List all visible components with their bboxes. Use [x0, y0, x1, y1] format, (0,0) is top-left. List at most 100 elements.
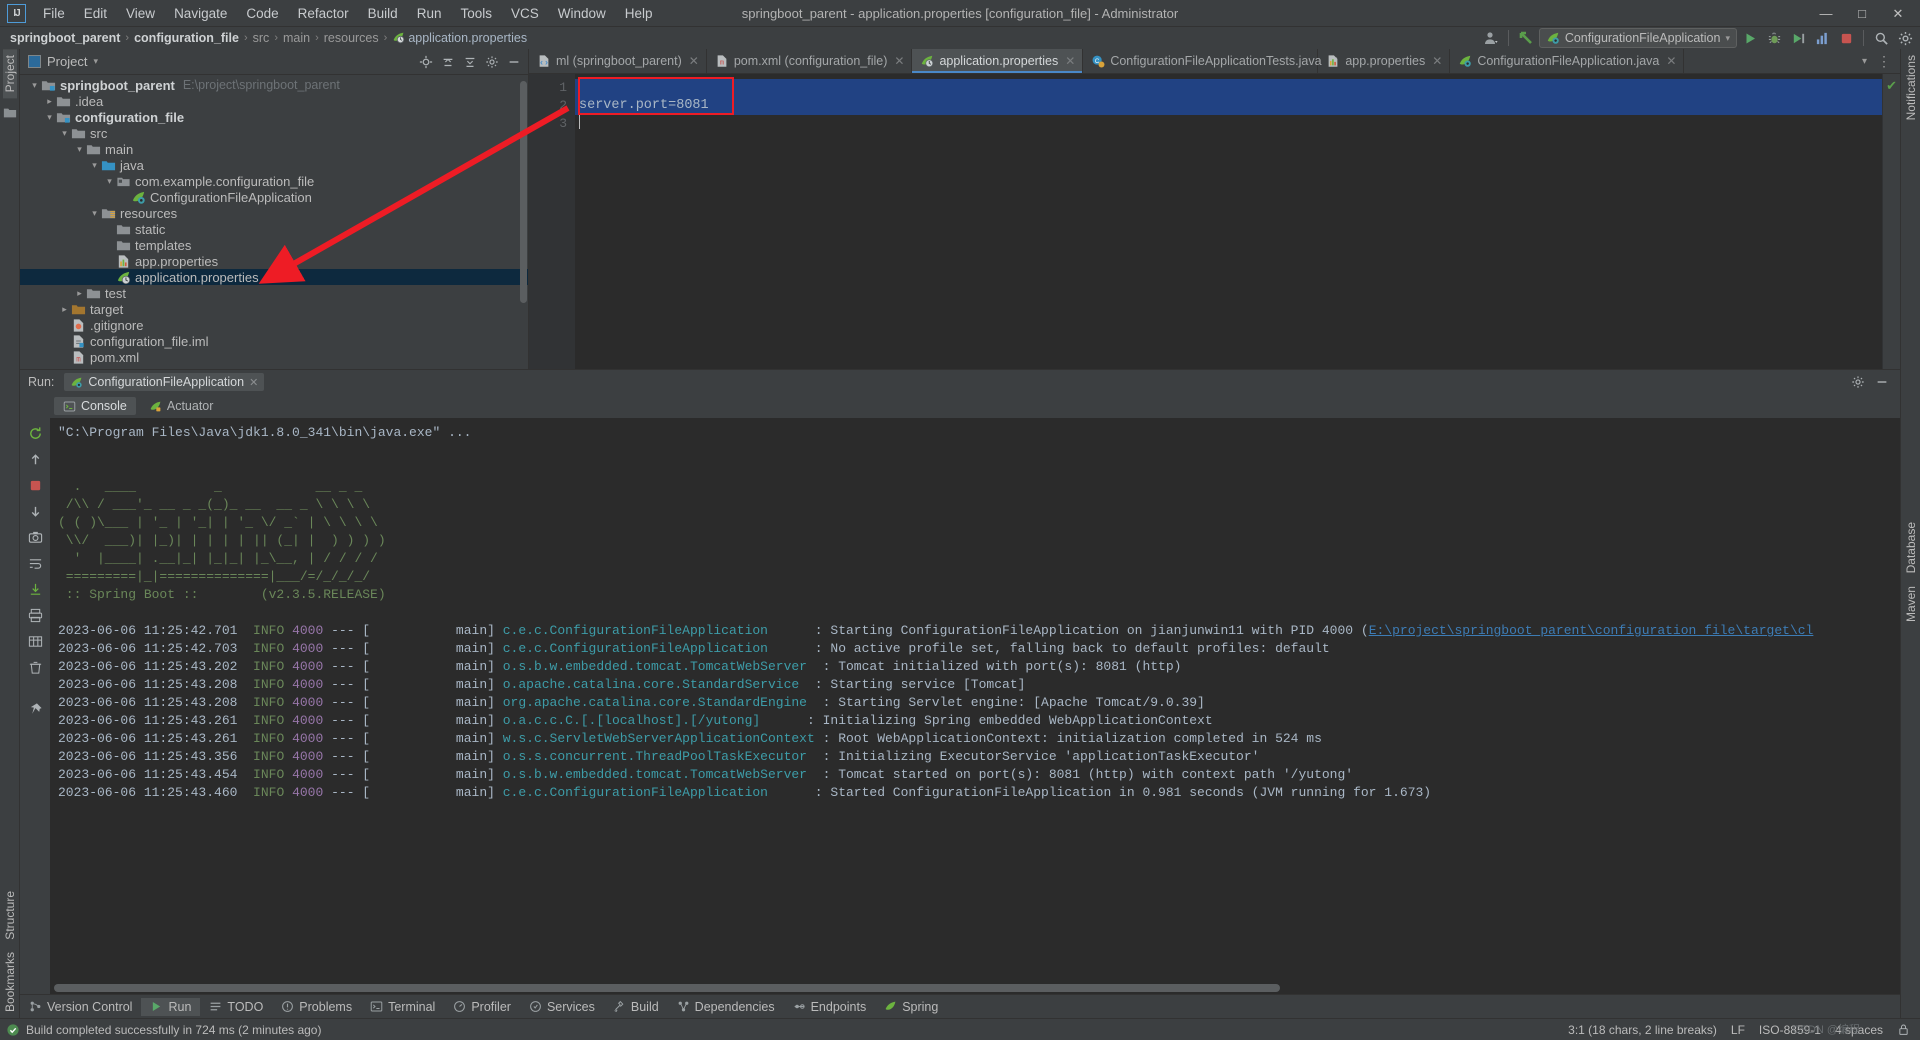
- close-icon[interactable]: ✕: [1065, 54, 1075, 68]
- tree-node[interactable]: ▸ target: [20, 301, 528, 317]
- line-separator[interactable]: LF: [1731, 1023, 1745, 1037]
- trash-icon[interactable]: [25, 657, 45, 677]
- back-arrow-icon[interactable]: [1515, 28, 1537, 48]
- chevron-down-icon[interactable]: ▾: [103, 176, 116, 187]
- menu-window[interactable]: Window: [549, 3, 615, 24]
- rerun-icon[interactable]: [25, 423, 45, 443]
- chevron-right-icon[interactable]: ▸: [73, 288, 86, 299]
- code-line[interactable]: server.port=8081: [575, 97, 1360, 115]
- console-horizontal-scrollbar[interactable]: [54, 984, 1280, 992]
- tree-node[interactable]: ▾ resources: [20, 205, 528, 221]
- minimize-button[interactable]: —: [1808, 1, 1844, 27]
- chevron-down-icon[interactable]: ▾: [93, 56, 98, 67]
- bottom-bar-item-services[interactable]: Services: [520, 998, 604, 1016]
- print-icon[interactable]: [25, 605, 45, 625]
- breadcrumb-resources[interactable]: resources: [320, 31, 383, 45]
- chevron-down-icon[interactable]: ▾: [88, 208, 101, 219]
- user-avatar-icon[interactable]: [1480, 28, 1502, 48]
- sidebar-item-project[interactable]: Project: [2, 49, 17, 99]
- menu-run[interactable]: Run: [408, 3, 451, 24]
- close-icon[interactable]: ✕: [894, 54, 904, 68]
- tree-node[interactable]: ▾ src: [20, 125, 528, 141]
- sidebar-item-structure[interactable]: Structure: [3, 885, 17, 946]
- run-configuration-selector[interactable]: ConfigurationFileApplication ▾: [1538, 28, 1737, 48]
- editor-tab[interactable]: application.properties ✕: [912, 49, 1084, 73]
- editor-tab[interactable]: m pom.xml (configuration_file) ✕: [707, 49, 913, 73]
- tree-node[interactable]: configuration_file.iml: [20, 333, 528, 349]
- more-icon[interactable]: ⋮: [1873, 53, 1896, 70]
- menu-tools[interactable]: Tools: [451, 3, 501, 24]
- editor-tab[interactable]: CConfigurationFileApplicationTests.java✕: [1083, 49, 1339, 73]
- bottom-bar-item-terminal[interactable]: Terminal: [361, 998, 444, 1016]
- close-icon[interactable]: ✕: [1666, 54, 1676, 68]
- tree-node[interactable]: ▾ configuration_file: [20, 109, 528, 125]
- bottom-bar-item-dependencies[interactable]: Dependencies: [668, 998, 784, 1016]
- tree-node[interactable]: app.properties: [20, 253, 528, 269]
- up-icon[interactable]: [25, 449, 45, 469]
- code-line[interactable]: [575, 115, 1900, 133]
- sidebar-item-bookmarks[interactable]: Bookmarks: [3, 946, 17, 1018]
- chevron-down-icon[interactable]: ▾: [1858, 56, 1871, 67]
- bottom-bar-item-build[interactable]: Build: [604, 998, 668, 1016]
- bottom-bar-item-profiler[interactable]: Profiler: [444, 998, 520, 1016]
- menu-view[interactable]: View: [117, 3, 164, 24]
- bottom-bar-item-endpoints[interactable]: Endpoints: [784, 998, 876, 1016]
- chevron-down-icon[interactable]: ▾: [58, 128, 71, 139]
- scroll-end-icon[interactable]: [25, 579, 45, 599]
- chevron-right-icon[interactable]: ▸: [58, 304, 71, 315]
- run-config-tab[interactable]: ConfigurationFileApplication ✕: [64, 373, 265, 391]
- menu-help[interactable]: Help: [616, 3, 662, 24]
- stop-icon[interactable]: [1835, 28, 1857, 48]
- run-coverage-icon[interactable]: [1787, 28, 1809, 48]
- table-icon[interactable]: [25, 631, 45, 651]
- editor-tab[interactable]: ConfigurationFileApplication.java ✕: [1450, 49, 1685, 73]
- close-icon[interactable]: ✕: [689, 54, 699, 68]
- tree-node[interactable]: application.properties: [20, 269, 528, 285]
- collapse-all-icon[interactable]: [438, 52, 458, 72]
- tree-node[interactable]: ▾ springboot_parent E:\project\springboot_…: [20, 77, 528, 93]
- close-icon[interactable]: ✕: [249, 376, 258, 389]
- editor-code-area[interactable]: server.port=8081: [575, 74, 1900, 369]
- bottom-bar-item-run[interactable]: Run: [141, 997, 201, 1016]
- tree-node[interactable]: .gitignore: [20, 317, 528, 333]
- bottom-bar-item-todo[interactable]: TODO: [200, 998, 272, 1016]
- breadcrumb-src[interactable]: src: [249, 31, 274, 45]
- menu-refactor[interactable]: Refactor: [289, 3, 358, 24]
- chevron-down-icon[interactable]: ▾: [43, 112, 56, 123]
- tree-node[interactable]: ▸ .idea: [20, 93, 528, 109]
- chevron-right-icon[interactable]: ▸: [43, 96, 56, 107]
- chevron-down-icon[interactable]: ▾: [88, 160, 101, 171]
- search-everywhere-icon[interactable]: [1870, 28, 1892, 48]
- project-panel-title[interactable]: Project ▾: [28, 54, 98, 69]
- stop-icon[interactable]: [25, 475, 45, 495]
- editor-tab[interactable]: ml (springboot_parent) ✕: [529, 49, 707, 73]
- menu-navigate[interactable]: Navigate: [165, 3, 236, 24]
- bottom-bar-item-version-control[interactable]: Version Control: [20, 998, 141, 1016]
- chevron-down-icon[interactable]: ▾: [28, 80, 41, 91]
- bottom-bar-item-problems[interactable]: Problems: [272, 998, 361, 1016]
- menu-code[interactable]: Code: [237, 3, 287, 24]
- console-link[interactable]: E:\project\springboot_parent\configurati…: [1369, 623, 1814, 638]
- tree-node[interactable]: ▸ test: [20, 285, 528, 301]
- tree-node[interactable]: m pom.xml: [20, 349, 528, 365]
- settings-icon[interactable]: [482, 52, 502, 72]
- tree-node[interactable]: static: [20, 221, 528, 237]
- folder-icon[interactable]: [3, 106, 17, 120]
- sidebar-item-maven[interactable]: Maven: [1904, 580, 1918, 628]
- project-tree-scrollbar[interactable]: [520, 81, 527, 361]
- close-button[interactable]: ✕: [1880, 1, 1916, 27]
- tree-node[interactable]: ▾ main: [20, 141, 528, 157]
- console-output[interactable]: "C:\Program Files\Java\jdk1.8.0_341\bin\…: [50, 418, 1900, 994]
- hide-icon[interactable]: [1872, 372, 1892, 392]
- tree-node[interactable]: templates: [20, 237, 528, 253]
- expand-all-icon[interactable]: [460, 52, 480, 72]
- pin-icon[interactable]: [25, 699, 45, 719]
- project-tree[interactable]: ▾ springboot_parent E:\project\springboot_…: [20, 75, 528, 369]
- hide-icon[interactable]: [504, 52, 524, 72]
- settings-icon[interactable]: [1894, 28, 1916, 48]
- tree-node[interactable]: ▾ com.example.configuration_file: [20, 173, 528, 189]
- chevron-down-icon[interactable]: ▾: [73, 144, 86, 155]
- tree-node[interactable]: ConfigurationFileApplication: [20, 189, 528, 205]
- locate-icon[interactable]: [416, 52, 436, 72]
- tab-actuator[interactable]: Actuator: [140, 397, 223, 415]
